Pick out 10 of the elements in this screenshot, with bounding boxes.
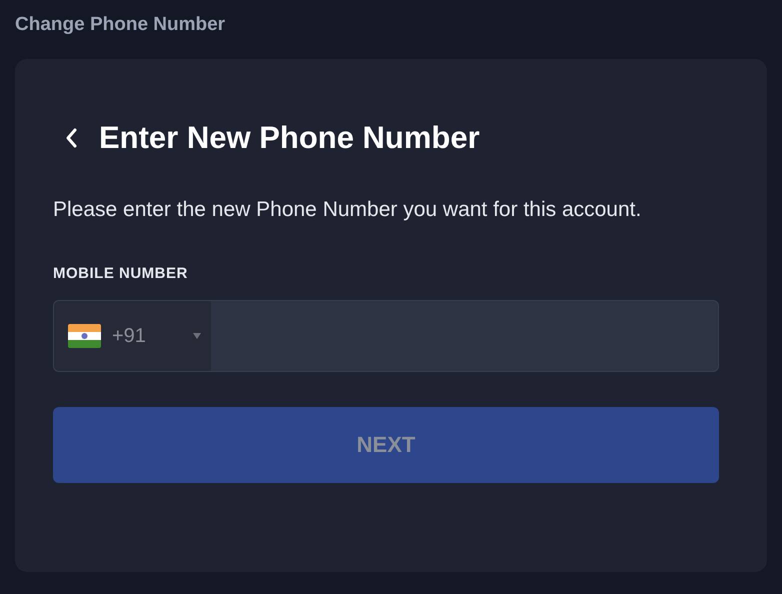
flag-icon	[68, 324, 101, 348]
description: Please enter the new Phone Number you want for this account.	[53, 197, 642, 223]
field-label: MOBILE NUMBER	[53, 264, 189, 284]
country-selector[interactable]: +91	[54, 300, 211, 370]
phone-field[interactable]: +91	[53, 300, 719, 372]
back-chevron-icon	[64, 127, 78, 149]
heading: Enter New Phone Number	[99, 119, 480, 157]
country-code: +91	[112, 324, 146, 348]
dropdown-caret-icon	[193, 332, 201, 338]
page-title: Change Phone Number	[15, 13, 226, 37]
